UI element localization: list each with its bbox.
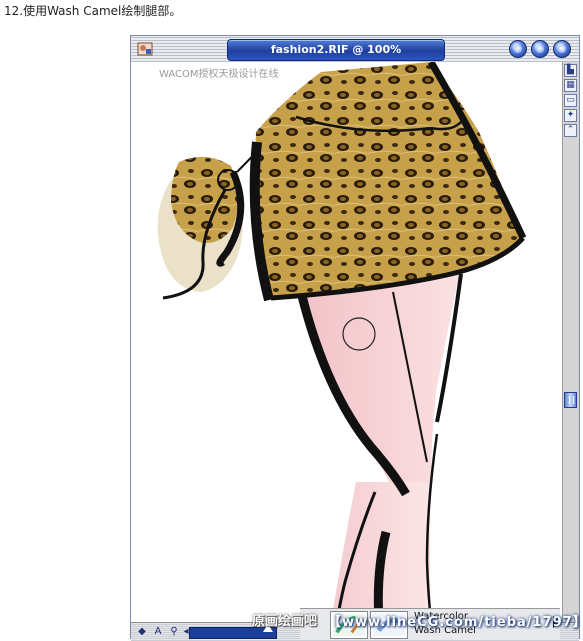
upper-legs — [299, 267, 461, 482]
step-caption: 12.使用Wash Camel绘制腿部。 — [4, 4, 182, 18]
layer-icon[interactable]: ▭ — [564, 94, 577, 107]
site-label: 原画绘画吧 — [252, 614, 318, 629]
document-title: fashion2.RIF @ 100% — [270, 43, 402, 56]
site-url: 【www.lineCG.com/tieba/1797】 — [328, 615, 583, 630]
title-pill: fashion2.RIF @ 100% — [227, 39, 445, 61]
close-icon[interactable] — [553, 40, 571, 58]
scroll-thumb[interactable] — [564, 392, 577, 408]
text-icon[interactable]: A — [151, 625, 165, 639]
drawing-canvas[interactable]: WACOM授权天极设计在线 — [131, 62, 562, 622]
vertical-scrollbar[interactable]: ▙ ▦ ▭ ✦ ⌃ — [562, 62, 579, 622]
arrow-up-icon[interactable]: ⌃ — [564, 124, 577, 137]
navigator-icon[interactable]: ◆ — [135, 625, 149, 639]
minimize-icon[interactable] — [509, 40, 527, 58]
star-icon[interactable]: ✦ — [564, 109, 577, 122]
document-window: fashion2.RIF @ 100% WACOM授权天极设计在线 ▙ ▦ ▭ … — [130, 35, 580, 641]
maximize-icon[interactable] — [531, 40, 549, 58]
painter-app-icon — [137, 42, 153, 56]
leopard-skirt — [255, 62, 522, 297]
title-bar[interactable]: fashion2.RIF @ 100% — [131, 36, 579, 62]
fashion-illustration — [157, 62, 527, 622]
canvas-watermark: WACOM授权天极设计在线 — [159, 69, 279, 80]
tracing-icon[interactable]: ▙ — [564, 64, 577, 77]
grid-icon[interactable]: ▦ — [564, 79, 577, 92]
